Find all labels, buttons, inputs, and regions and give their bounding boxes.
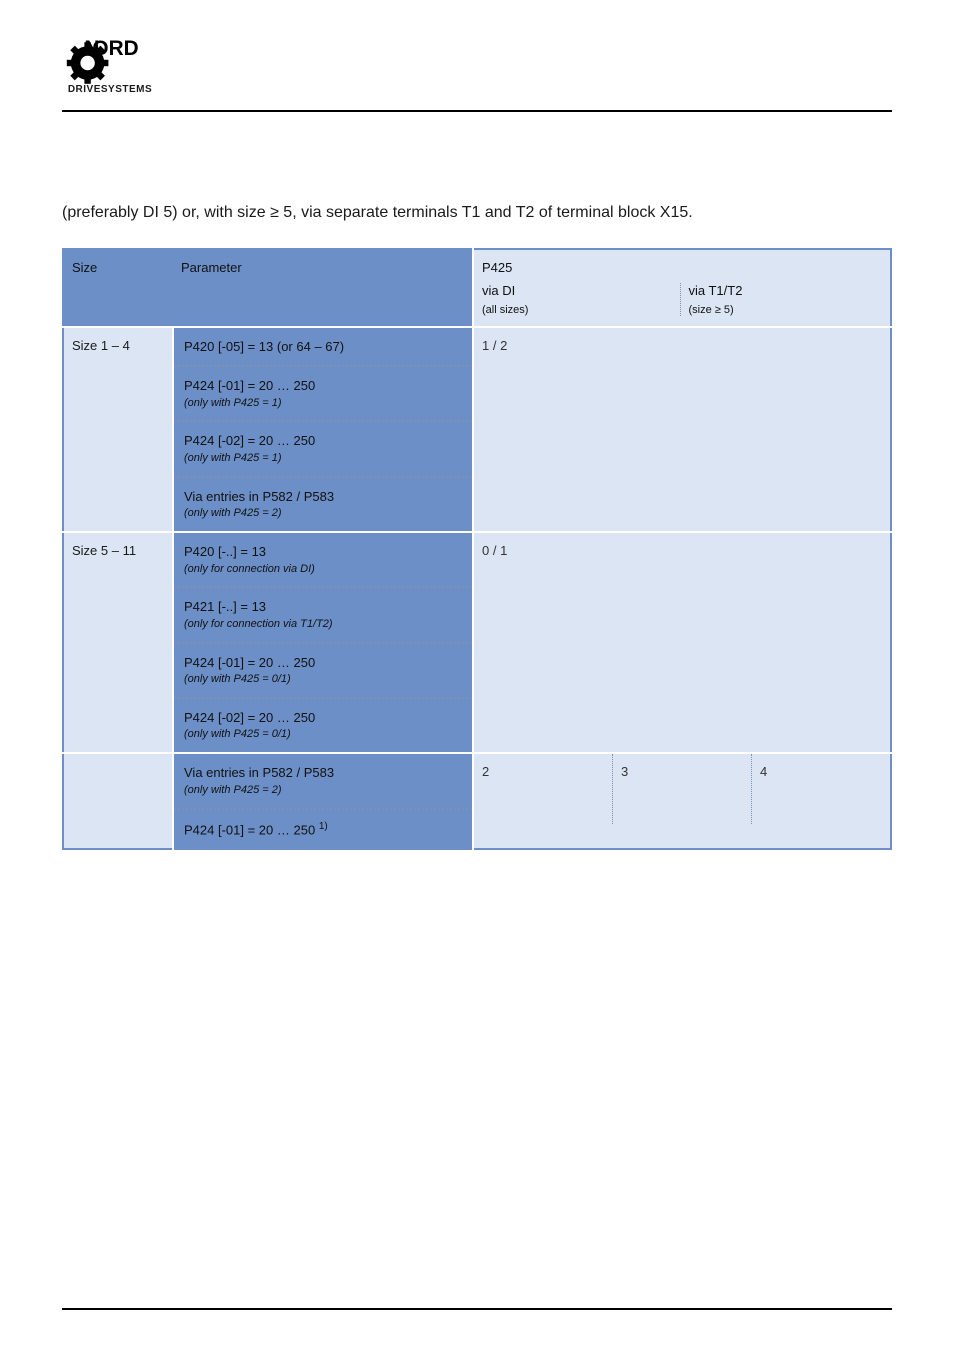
th-p425-group: P425 via DI (all sizes) via T1/T2 (size … <box>473 249 891 327</box>
cell-size: Size 1 – 4 <box>63 327 173 532</box>
table-header-row: Size Parameter P425 via DI (all sizes) v… <box>63 249 891 327</box>
th-via-t: via T1/T2 (size ≥ 5) <box>681 283 883 316</box>
cell-value: 3 <box>612 754 751 824</box>
brand-logo-sub: DRIVESYSTEMS <box>68 84 152 95</box>
svg-text:N: N <box>84 37 99 60</box>
nord-logo-icon: ORD N <box>62 30 158 88</box>
th-parameter: Parameter <box>173 249 473 327</box>
cell-value: 0 / 1 <box>473 532 891 753</box>
cell-size <box>63 753 173 849</box>
cell-value: 4 <box>751 754 890 824</box>
brand-logo: ORD N DRIVESYSTEMS <box>62 30 158 104</box>
intro-paragraph: (preferably DI 5) or, with size ≥ 5, via… <box>62 202 892 224</box>
page-header: ORD N DRIVESYSTEMS <box>62 30 892 112</box>
table-row: Size 1 – 4 P420 [-05] = 13 (or 64 – 67) … <box>63 327 891 532</box>
th-via-di: via DI (all sizes) <box>482 283 681 316</box>
cell-params: P420 [-..] = 13 (only for connection via… <box>173 532 473 753</box>
cell-value-split: 2 3 4 <box>473 753 891 849</box>
footer-rule <box>62 1308 892 1310</box>
cell-params: P420 [-05] = 13 (or 64 – 67) P424 [-01] … <box>173 327 473 532</box>
cell-size: Size 5 – 11 <box>63 532 173 753</box>
parameter-table: Size Parameter P425 via DI (all sizes) v… <box>62 248 892 851</box>
cell-value: 2 <box>474 754 612 824</box>
cell-params: Via entries in P582 / P583 (only with P4… <box>173 753 473 849</box>
cell-value: 1 / 2 <box>473 327 891 532</box>
th-size: Size <box>63 249 173 327</box>
table-row: Size 5 – 11 P420 [-..] = 13 (only for co… <box>63 532 891 753</box>
table-row: Via entries in P582 / P583 (only with P4… <box>63 753 891 849</box>
